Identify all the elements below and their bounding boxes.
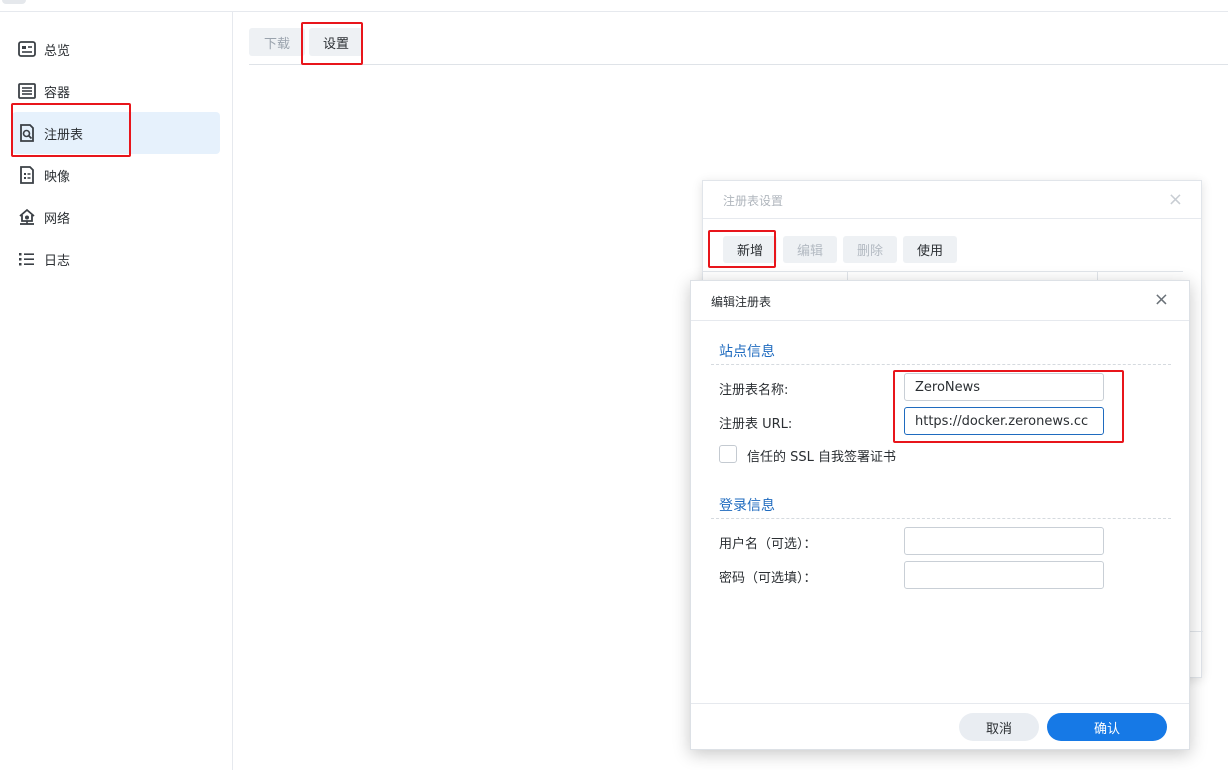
section-divider — [711, 364, 1171, 365]
site-info-section-title: 站点信息 — [719, 344, 775, 360]
dialog-footer-divider — [1189, 631, 1203, 632]
close-icon[interactable]: × — [1154, 289, 1169, 310]
dialog-title: 注册表设置 — [723, 194, 784, 208]
sidebar-item-image[interactable]: 映像 — [12, 154, 220, 196]
username-label: 用户名（可选）： — [719, 537, 817, 552]
registry-url-input[interactable] — [904, 407, 1104, 435]
password-label: 密码（可选填）： — [719, 571, 817, 586]
sidebar-item-label: 映像 — [44, 169, 71, 185]
dialog-header: 注册表设置 × — [703, 181, 1201, 219]
add-button[interactable]: 新增 — [723, 236, 777, 263]
section-divider — [711, 518, 1171, 519]
trust-ssl-checkbox[interactable] — [719, 445, 737, 463]
sidebar-item-label: 容器 — [44, 85, 71, 101]
image-file-icon — [18, 166, 36, 184]
password-input[interactable] — [904, 561, 1104, 589]
sidebar-item-overview[interactable]: 总览 — [12, 28, 220, 70]
close-icon[interactable]: × — [1168, 189, 1183, 210]
login-info-section-title: 登录信息 — [719, 498, 775, 514]
tab-download[interactable]: 下载 — [249, 28, 305, 56]
trust-ssl-label: 信任的 SSL 自我签署证书 — [747, 450, 897, 465]
sidebar-item-registry[interactable]: 注册表 — [12, 112, 220, 154]
top-bar — [0, 0, 1228, 12]
confirm-button[interactable]: 确认 — [1047, 713, 1167, 741]
edit-registry-dialog: 编辑注册表 × 站点信息 注册表名称: 注册表 URL: 信任的 SSL 自我签… — [690, 280, 1190, 750]
registry-name-input[interactable] — [904, 373, 1104, 401]
sidebar-item-label: 网络 — [44, 211, 71, 227]
dialog-footer-divider — [691, 703, 1189, 704]
sidebar-item-label: 日志 — [44, 253, 71, 269]
dialog-title: 编辑注册表 — [711, 295, 772, 309]
registry-url-label: 注册表 URL: — [719, 417, 793, 432]
cancel-button[interactable]: 取消 — [959, 713, 1039, 741]
dialog-header: 编辑注册表 × — [691, 281, 1189, 321]
log-list-icon — [18, 250, 36, 268]
registry-name-label: 注册表名称: — [719, 383, 789, 398]
network-home-icon — [18, 208, 36, 226]
tab-settings[interactable]: 设置 — [309, 28, 363, 56]
registry-search-icon — [18, 124, 36, 142]
sidebar-item-network[interactable]: 网络 — [12, 196, 220, 238]
edit-button[interactable]: 编辑 — [783, 236, 837, 263]
sidebar-item-log[interactable]: 日志 — [12, 238, 220, 280]
use-button[interactable]: 使用 — [903, 236, 957, 263]
sidebar-item-label: 注册表 — [44, 127, 84, 143]
username-input[interactable] — [904, 527, 1104, 555]
sidebar-item-label: 总览 — [44, 43, 71, 59]
app-logo — [2, 0, 26, 4]
container-list-icon — [18, 82, 36, 100]
sidebar-item-container[interactable]: 容器 — [12, 70, 220, 112]
overview-icon — [18, 40, 36, 58]
tabs-divider — [249, 64, 1228, 65]
delete-button[interactable]: 删除 — [843, 236, 897, 263]
sidebar: 总览 容器 注册表 映像 网络 日志 — [0, 12, 233, 770]
